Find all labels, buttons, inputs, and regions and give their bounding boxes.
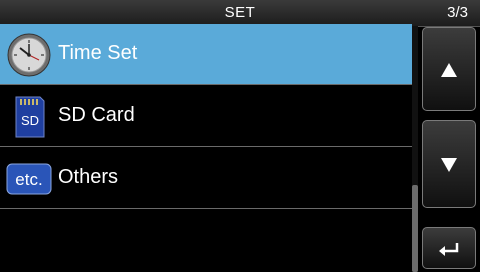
menu-item-time-set[interactable]: Time Set [0,24,412,85]
menu-item-label: SD Card [58,104,135,126]
sd-card-icon: SD [6,94,52,140]
scrollbar-thumb[interactable] [412,185,418,272]
menu-item-others[interactable]: etc. Others [0,148,412,209]
menu-item-label: Others [58,166,119,188]
menu-item-sd-card[interactable]: SD SD Card [0,86,412,147]
etc-icon: etc. [6,156,52,202]
back-button[interactable] [422,227,476,269]
screen-title: SET [224,4,256,21]
title-bar: SET 3/3 [0,0,480,27]
scroll-down-icon [423,156,475,174]
menu-list: Time Set SD SD Card etc. Others [0,24,412,272]
clock-icon [6,32,52,78]
svg-text:SD: SD [21,113,39,128]
page-indicator: 3/3 [447,4,468,21]
svg-text:etc.: etc. [15,170,42,189]
scroll-up-button[interactable] [422,27,476,111]
return-icon [423,240,475,258]
empty-row [0,210,412,271]
scroll-down-button[interactable] [422,120,476,208]
menu-item-label: Time Set [58,42,138,64]
scroll-up-icon [423,61,475,79]
